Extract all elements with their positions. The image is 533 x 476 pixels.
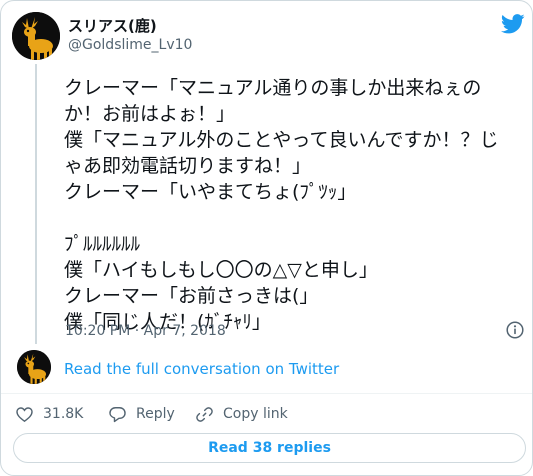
author-handle[interactable]: @Goldslime_Lv10 [68, 37, 192, 53]
tweet-line: ゃあ即効電話切りますね！」 [64, 155, 312, 177]
speech-bubble-icon [109, 406, 126, 422]
deer-avatar-icon [17, 350, 51, 384]
actions-divider [1, 393, 532, 394]
tweet-line: クレーマー「いやまてちょ(ﾌﾟﾂｯ」 [64, 181, 357, 203]
copy-link-button[interactable]: Copy link [195, 403, 288, 425]
like-count: 31.8K [43, 406, 84, 422]
tweet-card: スリアス(鹿) @Goldslime_Lv10 クレーマー「マニュアル通りの事し… [0, 0, 533, 476]
read-replies-button[interactable]: Read 38 replies [13, 433, 526, 463]
tweet-timestamp[interactable]: 10:20 PM · Apr 7, 2018 [65, 323, 226, 339]
tweet-line: 僕「ハイもしもし〇〇の△▽と申し」 [64, 259, 378, 281]
twitter-bird-icon[interactable] [501, 13, 525, 35]
thread-connector-line [35, 64, 37, 344]
tweet-line: クレーマー「マニュアル通りの事しか出来ねぇの [64, 77, 482, 99]
read-full-conversation-link[interactable]: Read the full conversation on Twitter [64, 360, 339, 378]
reply-button[interactable]: Reply [108, 403, 175, 425]
tweet-line: ﾌﾟﾙﾙﾙﾙﾙﾙ [64, 233, 141, 255]
link-icon [196, 406, 213, 422]
tweet-line: 僕「マニュアル外のことやって良いんですか！？じ [64, 129, 499, 151]
tweet-line: か！お前はよぉ！」 [64, 103, 236, 125]
author-avatar-small[interactable] [17, 350, 51, 384]
heart-icon [16, 406, 33, 422]
reply-label: Reply [136, 406, 175, 422]
author-avatar[interactable] [12, 12, 60, 60]
tweet-body: クレーマー「マニュアル通りの事しか出来ねぇの か！お前はよぉ！」 僕「マニュアル… [64, 75, 524, 335]
copy-link-label: Copy link [223, 406, 288, 422]
tweet-line: クレーマー「お前さっきは(」 [64, 285, 319, 307]
info-icon[interactable] [506, 321, 524, 339]
deer-avatar-icon [12, 12, 60, 60]
like-button[interactable]: 31.8K [15, 403, 83, 425]
author-display-name[interactable]: スリアス(鹿) [68, 15, 157, 36]
